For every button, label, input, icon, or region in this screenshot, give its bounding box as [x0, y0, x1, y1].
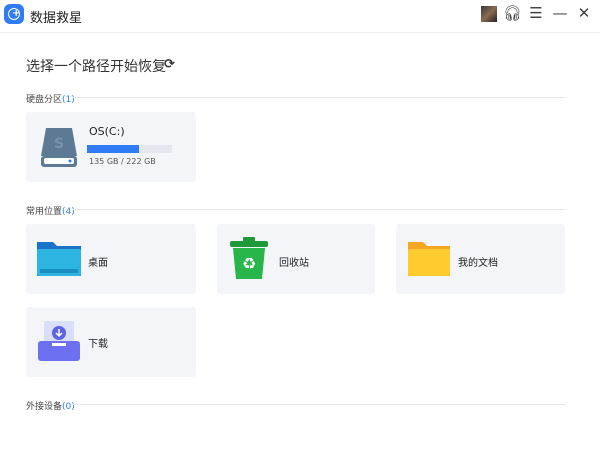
- app-title: 数据救星: [30, 11, 83, 26]
- drive-usage-text: 135 GB / 222 GB: [89, 157, 156, 166]
- documents-folder-icon: [408, 242, 450, 276]
- divider: [73, 209, 566, 210]
- section-common: 常用位置(4): [26, 207, 75, 217]
- location-desktop[interactable]: 桌面: [26, 224, 196, 294]
- minimize-icon[interactable]: —: [551, 4, 569, 22]
- divider: [73, 404, 566, 405]
- section-external: 外接设备(0): [26, 402, 75, 412]
- desktop-folder-icon: [37, 242, 81, 276]
- drive-usage-bar: [87, 145, 172, 153]
- location-label: 回收站: [279, 258, 309, 269]
- refresh-icon[interactable]: ⟳: [164, 57, 175, 72]
- drive-usage-fill: [87, 145, 139, 153]
- location-recycle-bin[interactable]: ♻ 回收站: [217, 224, 375, 294]
- location-label: 桌面: [88, 258, 108, 269]
- location-label: 我的文档: [458, 258, 498, 269]
- location-downloads[interactable]: 下载: [26, 307, 196, 377]
- app-logo-icon: +: [4, 4, 24, 24]
- headset-icon[interactable]: 🎧︎: [503, 4, 522, 22]
- section-disk: 硬盘分区(1): [26, 95, 75, 105]
- menu-icon[interactable]: ☰: [527, 4, 545, 22]
- title-bar: + 数据救星 🎧︎ ☰ — ✕: [0, 0, 600, 33]
- avatar[interactable]: [481, 6, 497, 22]
- location-label: 下载: [88, 339, 108, 350]
- divider: [73, 97, 566, 98]
- recycle-bin-icon: ♻: [230, 237, 268, 279]
- hard-drive-icon: S: [41, 128, 77, 167]
- download-icon: [38, 321, 80, 361]
- location-documents[interactable]: 我的文档: [396, 224, 565, 294]
- drive-name: OS(C:): [89, 125, 125, 138]
- page-title: 选择一个路径开始恢复: [26, 59, 166, 75]
- svg-text:♻: ♻: [242, 254, 256, 273]
- svg-text:S: S: [54, 136, 64, 152]
- close-icon[interactable]: ✕: [575, 4, 593, 22]
